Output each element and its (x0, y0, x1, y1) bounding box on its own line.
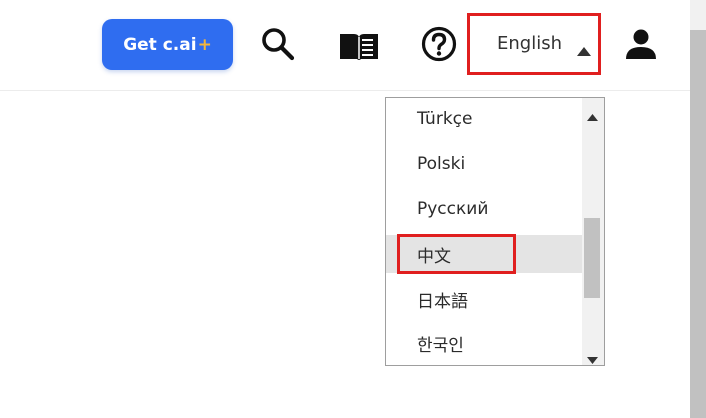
language-select[interactable]: English (467, 13, 601, 75)
help-icon[interactable] (421, 26, 457, 66)
top-header: Get c.ai + English (0, 0, 690, 91)
book-icon[interactable] (338, 30, 380, 66)
scroll-down-arrow-icon[interactable] (587, 349, 598, 365)
page-scrollbar[interactable] (690, 0, 706, 418)
language-option-polish[interactable]: Polski (386, 145, 582, 183)
dropdown-scrollbar[interactable] (582, 98, 604, 365)
language-option-japanese[interactable]: 日本語 (386, 280, 582, 318)
page-scrollbar-thumb[interactable] (690, 30, 706, 418)
language-option-turkish[interactable]: Türkçe (386, 100, 582, 138)
option-label: 日本語 (417, 291, 468, 312)
caret-up-icon (577, 41, 591, 60)
language-option-korean[interactable]: 한국인 (386, 324, 582, 362)
plus-badge: + (197, 34, 212, 55)
option-label: Türkçe (417, 109, 473, 129)
option-label: Русский (417, 199, 489, 219)
user-icon[interactable] (625, 28, 657, 64)
option-label: Polski (417, 154, 466, 174)
language-selected-label: English (497, 33, 562, 54)
highlight-box (397, 234, 516, 274)
language-dropdown: Türkçe Polski Русский 中文 日本語 한국인 (385, 97, 605, 366)
get-cai-label: Get c.ai (123, 34, 197, 55)
search-icon[interactable] (261, 27, 295, 65)
option-label: 한국인 (417, 335, 464, 356)
get-cai-plus-button[interactable]: Get c.ai + (102, 19, 233, 70)
scroll-up-arrow-icon[interactable] (587, 106, 598, 125)
dropdown-scrollbar-thumb[interactable] (584, 218, 600, 298)
language-option-russian[interactable]: Русский (386, 190, 582, 228)
